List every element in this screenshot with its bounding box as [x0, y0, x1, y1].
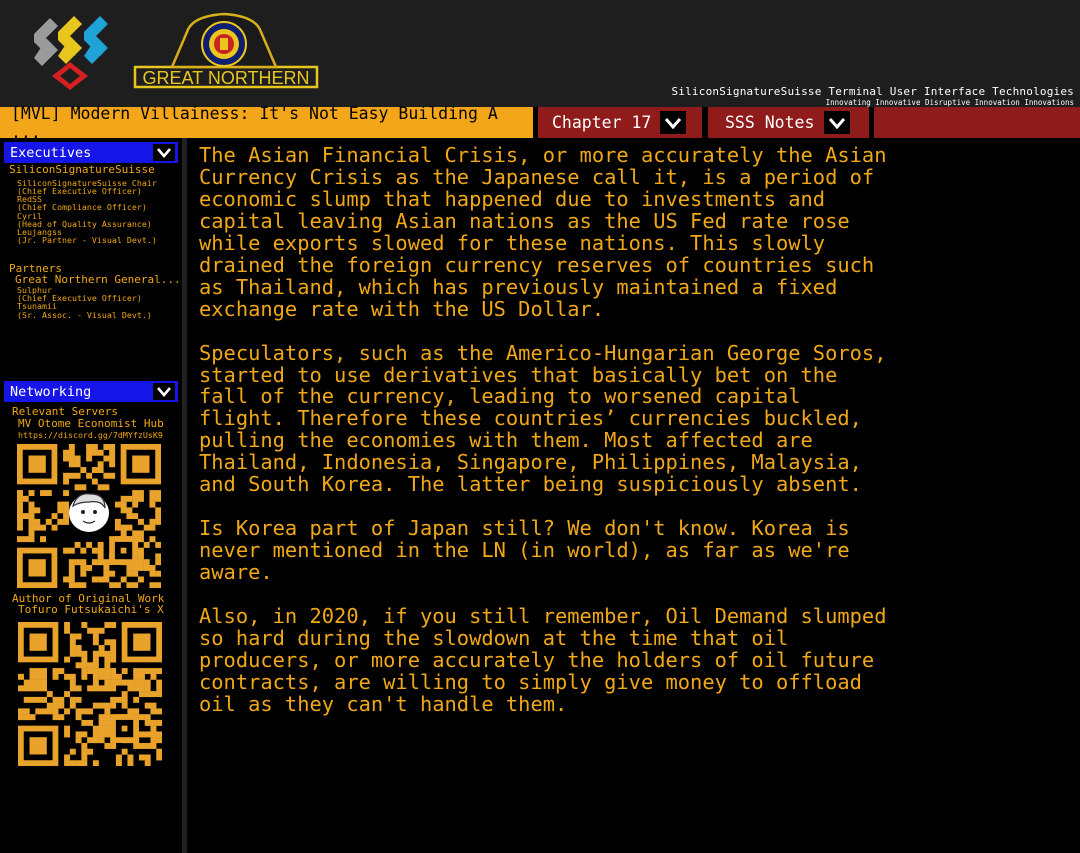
sidebar-divider: [182, 138, 187, 853]
chevron-down-icon[interactable]: [153, 383, 175, 400]
chevron-down-icon[interactable]: [153, 144, 175, 161]
content-line: exchange rate with the US Dollar.: [199, 296, 605, 321]
qr-code-icon[interactable]: [17, 444, 161, 588]
server-link[interactable]: https://discord.gg/7dMYfzUsK9: [18, 431, 163, 440]
sidebar: Executives SiliconSignatureSuisse Silico…: [0, 138, 182, 853]
content-line: Speculators, such as the Americo-Hungari…: [199, 340, 887, 365]
sss-logo-icon[interactable]: [24, 6, 119, 98]
content-line: and South Korea. The latter being suspic…: [199, 472, 862, 497]
content-line: Thailand, Indonesia, Singapore, Philippi…: [199, 450, 862, 475]
content-line: The Asian Financial Crisis, or more accu…: [199, 144, 887, 167]
content-line: while exports slowed for these nations. …: [199, 230, 826, 255]
company-name: SiliconSignatureSuisse Terminal User Int…: [671, 85, 1074, 98]
tab-novel-title-label: [MVL] Modern Villainess: It's Not Easy B…: [11, 103, 498, 142]
executives-panel-header[interactable]: Executives: [4, 142, 178, 163]
tab-notes-label: SSS Notes: [725, 113, 815, 132]
content-line: aware.: [199, 560, 273, 585]
author-name[interactable]: Tofuro Futsukaichi's X: [18, 604, 164, 616]
tab-bar-filler: [874, 107, 1080, 138]
partner-role: (Sr. Assoc. - Visual Devt.): [17, 310, 152, 320]
content-line: flight. Therefore these countries’ curre…: [199, 406, 862, 431]
content-line: Currency Crisis as the Japanese call it,…: [199, 164, 875, 189]
tab-chapter-select[interactable]: Chapter 17: [538, 107, 702, 138]
content-line: contracts, are willing to simply give mo…: [199, 669, 862, 694]
content-line: pulling the economies with them. Most af…: [199, 428, 813, 453]
content-line: economic slump that happened due to inve…: [199, 186, 826, 211]
chevron-down-icon[interactable]: [824, 111, 850, 134]
content-line: started to use derivatives that basicall…: [199, 362, 838, 387]
content-line: so hard during the slowdown at the time …: [199, 625, 789, 650]
great-northern-logo-icon[interactable]: GREAT NORTHERN: [132, 10, 320, 90]
publisher-logo-text: GREAT NORTHERN: [142, 68, 309, 88]
content-line: as Thailand, which has previously mainta…: [199, 274, 838, 299]
content-line: fall of the currency, leading to worsene…: [199, 384, 801, 409]
qr-code-icon[interactable]: [18, 622, 162, 766]
networking-label: Networking: [10, 383, 92, 400]
exec-group-title: SiliconSignatureSuisse: [9, 163, 155, 176]
content-line: drained the foreign currency reserves of…: [199, 252, 875, 277]
tab-sss-notes[interactable]: SSS Notes: [708, 107, 869, 138]
content-line: Is Korea part of Japan still? We don't k…: [199, 516, 850, 541]
company-info: SiliconSignatureSuisse Terminal User Int…: [671, 85, 1074, 108]
chapter-notes-content: The Asian Financial Crisis, or more accu…: [199, 144, 1059, 844]
company-tagline: Innovating Innovative Disruptive Innovat…: [825, 98, 1074, 107]
content-line: never mentioned in the LN (in world), as…: [199, 538, 850, 563]
executives-label: Executives: [10, 144, 92, 161]
content-line: oil as they can't handle them.: [199, 691, 568, 716]
chevron-down-icon[interactable]: [660, 111, 686, 134]
exec-role: (Jr. Partner - Visual Devt.): [17, 235, 157, 245]
networking-panel-header[interactable]: Networking: [4, 381, 178, 402]
app-header: GREAT NORTHERN SiliconSignatureSuisse Te…: [0, 0, 1080, 107]
tab-bar: [MVL] Modern Villainess: It's Not Easy B…: [0, 104, 1080, 142]
tab-novel-title[interactable]: [MVL] Modern Villainess: It's Not Easy B…: [0, 104, 533, 142]
tab-chapter-label: Chapter 17: [552, 113, 652, 132]
content-line: capital leaving Asian nations as the US …: [199, 208, 850, 233]
content-line: Also, in 2020, if you still remember, Oi…: [199, 603, 887, 628]
server-name[interactable]: MV Otome Economist Hub: [18, 418, 164, 430]
content-line: producers, or more accurately the holder…: [199, 647, 875, 672]
